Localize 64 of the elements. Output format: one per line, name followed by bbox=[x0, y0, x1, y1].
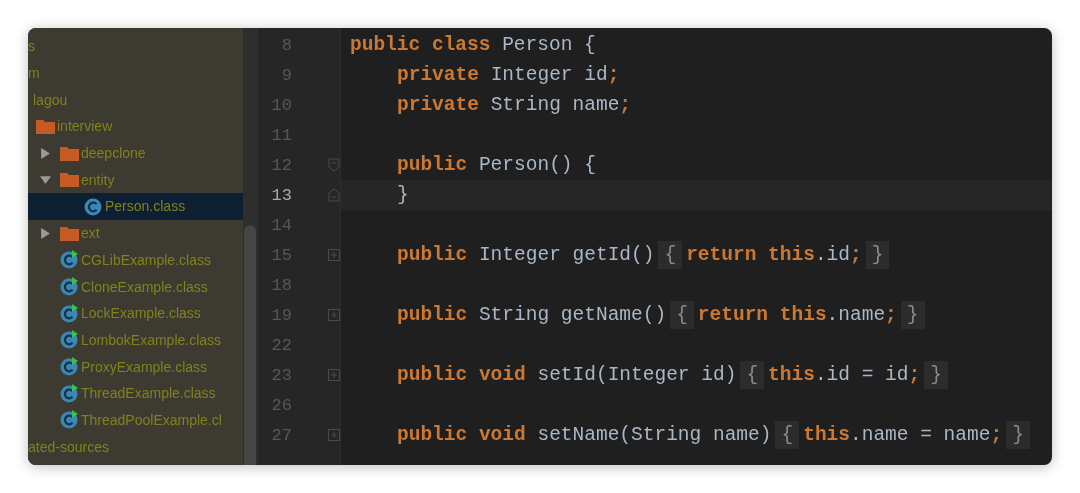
code-line: public Integer getId() { return this.id; } bbox=[397, 244, 894, 266]
file-name: ext bbox=[81, 225, 100, 242]
tree-item[interactable]: interview bbox=[28, 113, 243, 140]
tree-item[interactable]: deepclone bbox=[28, 139, 243, 167]
code-line: } bbox=[397, 184, 409, 206]
runnable-class-icon bbox=[59, 330, 79, 350]
fold-marker-icon[interactable] bbox=[328, 188, 340, 202]
runnable-class-icon bbox=[59, 383, 79, 403]
runnable-class-icon bbox=[59, 357, 79, 377]
tree-item[interactable]: LockExample.class bbox=[28, 299, 243, 327]
file-name: LockExample.class bbox=[81, 305, 201, 322]
file-name: lagou bbox=[33, 91, 68, 108]
tree-item[interactable]: ThreadExample.class bbox=[28, 379, 243, 407]
file-name: entity bbox=[81, 171, 115, 188]
code-line: public void setName(String name) { this.name = name; } bbox=[397, 424, 1034, 446]
caret-right-icon[interactable] bbox=[39, 227, 51, 239]
file-name: ThreadExample.class bbox=[81, 385, 216, 402]
file-name: CGLibExample.class bbox=[81, 251, 211, 268]
code-line: public class Person { bbox=[350, 34, 596, 56]
code-line: public void setId(Integer id) { this.id = id; } bbox=[397, 364, 952, 386]
file-name: CloneExample.class bbox=[81, 278, 208, 295]
tree-item[interactable]: ThreadPoolExample.cl bbox=[28, 406, 243, 434]
tree-item[interactable]: Person.class bbox=[28, 193, 243, 220]
file-name: ated-sources bbox=[28, 438, 109, 455]
file-name: LombokExample.class bbox=[81, 331, 222, 348]
expand-marker-icon[interactable] bbox=[328, 249, 340, 261]
file-name: ProxyExample.class bbox=[81, 358, 208, 375]
expand-marker-icon[interactable] bbox=[328, 309, 340, 321]
folder-icon bbox=[59, 172, 79, 188]
tree-item[interactable]: CloneExample.class bbox=[28, 273, 243, 300]
tree-item[interactable]: lagou bbox=[28, 86, 243, 114]
expand-marker-icon[interactable] bbox=[328, 429, 340, 441]
code-line: private Integer id; bbox=[397, 64, 620, 86]
tree-item[interactable]: CGLibExample.class bbox=[28, 246, 243, 274]
runnable-class-icon bbox=[59, 303, 79, 323]
tree-item[interactable]: entity bbox=[28, 166, 243, 194]
line-number: 13 bbox=[270, 185, 292, 205]
file-name: interview bbox=[57, 118, 113, 135]
fold-marker-icon[interactable] bbox=[328, 158, 340, 172]
code-line: public String getName() { return this.name; } bbox=[397, 304, 929, 326]
tree-item[interactable]: LombokExample.class bbox=[28, 326, 243, 354]
expand-marker-icon[interactable] bbox=[328, 369, 340, 381]
file-name: deepclone bbox=[81, 145, 146, 162]
file-name: s bbox=[28, 38, 35, 55]
class-icon bbox=[83, 196, 103, 216]
runnable-class-icon bbox=[59, 410, 79, 430]
folder-icon bbox=[59, 225, 79, 241]
file-name: m bbox=[28, 65, 40, 82]
code-line: public Person() { bbox=[397, 154, 596, 176]
scrollbar-thumb[interactable] bbox=[244, 225, 256, 465]
tree-item[interactable]: s bbox=[28, 33, 243, 60]
tree-item[interactable]: ated-sources bbox=[28, 433, 243, 460]
caret-right-icon[interactable] bbox=[39, 147, 51, 159]
code-line: private String name; bbox=[397, 94, 632, 116]
file-name: ThreadPoolExample.cl bbox=[81, 411, 222, 428]
tree-item[interactable]: ext bbox=[28, 219, 243, 247]
folder-icon bbox=[59, 145, 79, 161]
file-name: Person.class bbox=[105, 198, 186, 215]
caret-down-icon[interactable] bbox=[39, 174, 51, 186]
folder-icon bbox=[35, 118, 55, 134]
runnable-class-icon bbox=[59, 277, 79, 297]
runnable-class-icon bbox=[59, 250, 79, 270]
tree-item[interactable]: ProxyExample.class bbox=[28, 353, 243, 380]
tree-item[interactable]: m bbox=[28, 59, 243, 87]
